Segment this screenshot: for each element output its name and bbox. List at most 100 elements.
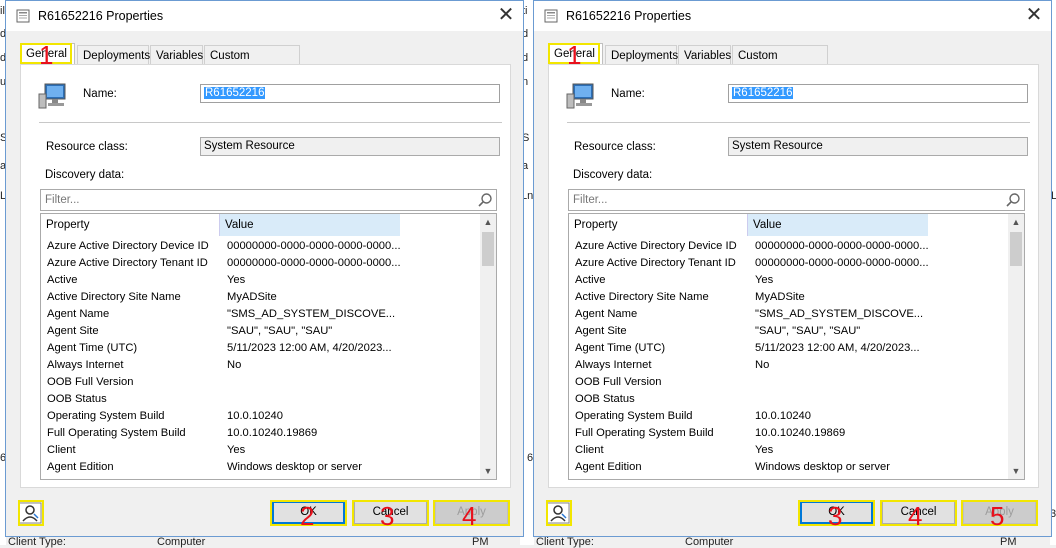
grid-row[interactable]: OOB Status [41, 391, 482, 408]
discovery-data-grid[interactable]: Property Value Azure Active Directory De… [568, 213, 1025, 480]
close-icon[interactable]: ✕ [495, 5, 517, 27]
row-property: Full Operating System Build [47, 427, 186, 439]
row-property: Agent Site [575, 325, 627, 337]
bg-client-type-tail: PM [472, 536, 489, 548]
grid-row[interactable]: Agent Site "SAU", "SAU", "SAU" [569, 323, 1010, 340]
grid-row[interactable]: Agent Site "SAU", "SAU", "SAU" [41, 323, 482, 340]
tab-variables[interactable]: Variables [150, 45, 203, 65]
grid-row[interactable]: Azure Active Directory Tenant ID 00000000… [41, 255, 482, 272]
grid-row[interactable]: Active Directory Site Name MyADSite [569, 289, 1010, 306]
grid-row[interactable]: Client Yes [41, 442, 482, 459]
scroll-up-icon[interactable]: ▲ [1008, 214, 1024, 230]
grid-row[interactable]: OOB Full Version [41, 374, 482, 391]
grid-row[interactable]: OOB Full Version [569, 374, 1010, 391]
bg-client-type-label: Client Type: [8, 536, 66, 548]
discovery-data-label: Discovery data: [573, 169, 653, 181]
bg-client-type-tail: PM [1000, 536, 1017, 548]
ok-button[interactable]: OK [800, 501, 873, 524]
row-value: "SMS_AD_SYSTEM_DISCOVE... [227, 308, 396, 320]
tab-general[interactable]: General [20, 43, 75, 65]
bg-client-type-label: Client Type: [536, 536, 594, 548]
column-header-property[interactable]: Property [569, 214, 747, 236]
row-value: Windows desktop or server [755, 461, 890, 473]
grid-row[interactable]: Azure Active Directory Tenant ID 00000000… [569, 255, 1010, 272]
column-header-value[interactable]: Value [747, 214, 928, 236]
scroll-up-icon[interactable]: ▲ [480, 214, 496, 230]
row-property: Client [47, 444, 76, 456]
column-header-value[interactable]: Value [219, 214, 400, 236]
apply-button[interactable]: Apply [435, 501, 508, 524]
name-label: Name: [611, 88, 645, 100]
title-bar[interactable]: R61652216 Properties ✕ [534, 1, 1051, 31]
row-property: Agent Edition [47, 461, 114, 473]
filter-input[interactable]: Filter... [568, 189, 1025, 211]
row-property: Agent Site [47, 325, 99, 337]
grid-row[interactable]: OOB Status [569, 391, 1010, 408]
ok-button[interactable]: OK [272, 501, 345, 524]
tab-custom-properties[interactable]: Custom Properties [732, 45, 828, 82]
scroll-down-icon[interactable]: ▼ [1008, 463, 1024, 479]
discovery-data-grid[interactable]: Property Value Azure Active Directory De… [40, 213, 497, 480]
row-value: 00000000-0000-0000-0000-0000... [755, 257, 929, 269]
search-icon[interactable] [1005, 192, 1021, 208]
grid-row[interactable]: Active Yes [41, 272, 482, 289]
scroll-down-icon[interactable]: ▼ [480, 463, 496, 479]
scroll-thumb[interactable] [482, 232, 494, 266]
row-property: Active [575, 274, 606, 286]
tab-deployments[interactable]: Deployments [605, 45, 678, 65]
title-bar[interactable]: R61652216 Properties ✕ [6, 1, 523, 31]
scroll-thumb[interactable] [1010, 232, 1022, 266]
tab-deployments[interactable]: Deployments [77, 45, 150, 65]
tab-variables[interactable]: Variables [678, 45, 731, 65]
resource-class-label: Resource class: [46, 141, 128, 153]
tab-custom-properties[interactable]: Custom Properties [204, 45, 300, 82]
resource-class-field: System Resource [200, 137, 500, 156]
grid-row[interactable]: Agent Edition Windows desktop or server [41, 459, 482, 476]
help-person-icon[interactable] [546, 502, 570, 524]
grid-row[interactable]: Azure Active Directory Device ID 00000000… [569, 238, 1010, 255]
grid-row[interactable]: Always Internet No [569, 357, 1010, 374]
column-header-property[interactable]: Property [41, 214, 219, 236]
row-property: Always Internet [575, 359, 652, 371]
grid-row[interactable]: Operating System Build 10.0.10240 [569, 408, 1010, 425]
name-value: R61652216 [732, 87, 794, 99]
cancel-button[interactable]: Cancel [354, 501, 427, 524]
grid-row[interactable]: Active Yes [569, 272, 1010, 289]
grid-row[interactable]: Full Operating System Build 10.0.10240.19… [569, 425, 1010, 442]
grid-row[interactable]: Always Internet No [41, 357, 482, 374]
row-value: 10.0.10240 [227, 410, 283, 422]
cancel-button[interactable]: Cancel [882, 501, 955, 524]
grid-row[interactable]: Active Directory Site Name MyADSite [41, 289, 482, 306]
row-value: Yes [755, 444, 774, 456]
properties-window-icon [544, 9, 558, 23]
help-person-icon[interactable] [18, 502, 42, 524]
grid-row[interactable]: Agent Time (UTC) 5/11/2023 12:00 AM, 4/20… [41, 340, 482, 357]
filter-input[interactable]: Filter... [40, 189, 497, 211]
grid-row[interactable]: Client Yes [569, 442, 1010, 459]
search-icon[interactable] [477, 192, 493, 208]
vertical-scrollbar[interactable]: ▲ ▼ [480, 214, 496, 479]
tab-general[interactable]: General [548, 43, 603, 65]
grid-header: Property Value [569, 214, 1010, 236]
grid-row[interactable]: Operating System Build 10.0.10240 [41, 408, 482, 425]
row-property: Azure Active Directory Device ID [575, 240, 737, 252]
name-field[interactable]: R61652216 [200, 84, 500, 103]
vertical-scrollbar[interactable]: ▲ ▼ [1008, 214, 1024, 479]
close-icon[interactable]: ✕ [1023, 5, 1045, 27]
row-property: Active Directory Site Name [47, 291, 181, 303]
filter-placeholder: Filter... [45, 194, 80, 206]
row-property: OOB Status [47, 393, 107, 405]
row-property: Agent Time (UTC) [47, 342, 138, 354]
grid-row[interactable]: Agent Edition Windows desktop or server [569, 459, 1010, 476]
row-property: OOB Full Version [575, 376, 662, 388]
apply-button[interactable]: Apply [963, 501, 1036, 524]
row-value: No [755, 359, 770, 371]
grid-row[interactable]: Agent Name "SMS_AD_SYSTEM_DISCOVE... [569, 306, 1010, 323]
row-value: 00000000-0000-0000-0000-0000... [227, 257, 401, 269]
name-field[interactable]: R61652216 [728, 84, 1028, 103]
grid-row[interactable]: Agent Time (UTC) 5/11/2023 12:00 AM, 4/20… [569, 340, 1010, 357]
grid-row[interactable]: Azure Active Directory Device ID 00000000… [41, 238, 482, 255]
grid-row[interactable]: Agent Name "SMS_AD_SYSTEM_DISCOVE... [41, 306, 482, 323]
grid-row[interactable]: Full Operating System Build 10.0.10240.19… [41, 425, 482, 442]
row-property: Full Operating System Build [575, 427, 714, 439]
